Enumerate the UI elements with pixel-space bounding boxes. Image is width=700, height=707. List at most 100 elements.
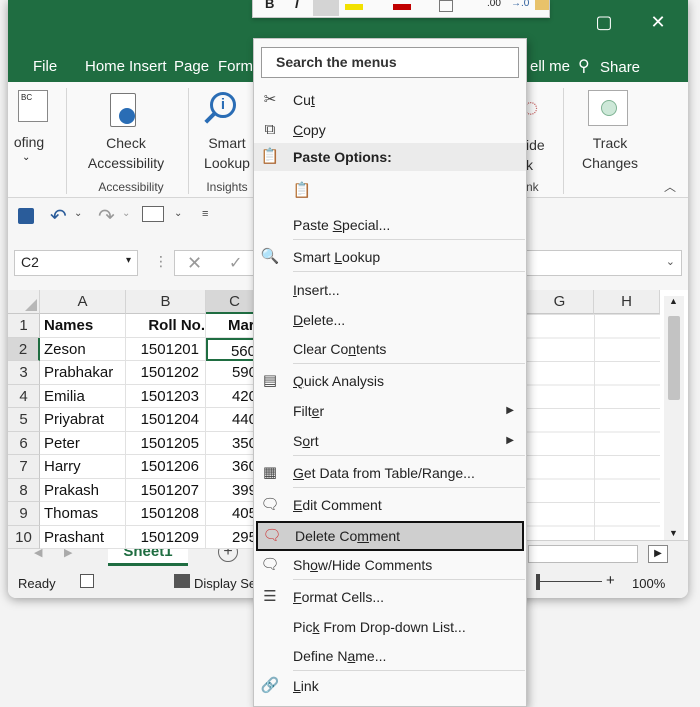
menu-item-delete-comment[interactable]: 🗨 Delete Comment [256,521,524,551]
save-icon[interactable] [18,208,34,224]
table-cell[interactable]: 1501204 [126,408,206,432]
check-accessibility-label-2[interactable]: Accessibility [76,153,176,173]
menu-item-sort[interactable]: Sort ▶ [254,427,526,455]
table-cell[interactable]: 1501205 [126,431,206,455]
row-header[interactable]: 4 [8,384,40,408]
table-cell[interactable]: Priyabrat [40,408,126,432]
menu-item-cut[interactable]: ✂ Cut [254,86,526,114]
menu-item-format-cells[interactable]: ☰ Format Cells... [254,583,526,611]
smart-lookup-label-1[interactable]: Smart [192,133,262,153]
hide-ink-label-1[interactable]: ide [526,135,545,155]
scroll-thumb[interactable] [668,316,680,400]
track-changes-label-2[interactable]: Changes [568,153,652,173]
row-header[interactable]: 2 [8,337,40,361]
zoom-slider-thumb[interactable] [536,574,540,590]
table-cell[interactable]: Emilia [40,384,126,408]
undo-dropdown-icon[interactable]: ⌄ [74,208,82,219]
cancel-icon[interactable]: ✕ [187,253,202,274]
menu-item-edit-comment[interactable]: 🗨 Edit Comment [254,491,526,519]
hide-ink-label-2[interactable]: k [526,155,533,175]
redo-dropdown-icon[interactable]: ⌄ [122,208,130,219]
scroll-down-icon[interactable]: ▼ [669,528,678,538]
menu-item-copy[interactable]: ⧉ Copy [254,116,526,144]
select-all-corner[interactable] [8,290,40,314]
row-header[interactable]: 8 [8,478,40,502]
format-painter-icon[interactable] [535,0,549,10]
check-accessibility-label-1[interactable]: Check [76,133,176,153]
form-dropdown-icon[interactable]: ⌄ [174,208,182,219]
menu-item-clear-contents[interactable]: Clear Contents [254,335,526,363]
table-cell[interactable]: 1501209 [126,525,206,549]
tab-page[interactable]: Page [174,58,209,75]
font-color-icon[interactable] [393,4,411,10]
macro-record-icon[interactable] [80,574,94,588]
paste-option-paste[interactable]: 📋 [254,177,526,207]
row-header[interactable]: 9 [8,502,40,526]
table-cell[interactable]: Prabhakar [40,361,126,385]
column-header-b[interactable]: B [126,290,206,314]
zoom-in-button[interactable]: + [606,572,615,589]
bold-button[interactable]: B [265,0,274,11]
expand-formula-icon[interactable]: ⌄ [666,255,675,268]
table-cell[interactable]: Zeson [40,337,126,361]
empty-cells-area[interactable] [526,314,660,540]
table-cell[interactable]: 1501208 [126,502,206,526]
align-center-button[interactable] [313,0,339,16]
menu-item-smart-lookup[interactable]: 🔍 Smart Lookup [254,243,526,271]
menu-item-paste-special[interactable]: Paste Special... [254,211,526,239]
track-changes-label-1[interactable]: Track [568,133,652,153]
increase-decimal-button[interactable]: .00 [487,0,501,9]
check-accessibility-icon[interactable] [110,93,136,127]
enter-icon[interactable]: ✓ [229,253,242,273]
column-header-g[interactable]: G [526,290,594,314]
display-settings-icon[interactable] [174,574,190,588]
menu-item-delete[interactable]: Delete... [254,306,526,334]
table-cell[interactable]: Harry [40,455,126,479]
row-header[interactable]: 6 [8,431,40,455]
undo-icon[interactable]: ↶ [50,204,67,229]
borders-icon[interactable] [439,0,453,12]
vertical-scrollbar[interactable]: ▲ ▼ [664,296,684,544]
chevron-down-icon[interactable]: ⌄ [22,152,30,163]
redo-icon[interactable]: ↷ [98,204,115,229]
menu-item-pick-from-list[interactable]: Pick From Drop-down List... [254,613,526,641]
tab-home[interactable]: Home [85,58,125,75]
tab-formulas[interactable]: Form [218,58,253,75]
fill-color-icon[interactable] [345,4,363,10]
row-header[interactable]: 10 [8,525,40,549]
form-icon[interactable] [142,206,164,222]
menu-item-insert[interactable]: Insert... [254,276,526,304]
scroll-up-icon[interactable]: ▲ [669,296,678,306]
row-header[interactable]: 1 [8,314,40,338]
paste-icon[interactable]: 📋 [291,180,313,202]
chevron-down-icon[interactable]: ▾ [126,255,131,266]
menu-item-quick-analysis[interactable]: ▤ Quick Analysis [254,367,526,395]
table-cell[interactable]: 1501201 [126,337,206,361]
scroll-right-icon[interactable]: ▶ [648,545,668,563]
table-header-cell[interactable]: Roll No. [126,314,206,338]
table-cell[interactable]: 1501203 [126,384,206,408]
tell-me-box[interactable]: ell me [530,58,570,75]
collapse-ribbon-icon[interactable]: ︿ [664,178,676,195]
smart-lookup-label-2[interactable]: Lookup [192,153,262,173]
track-changes-icon[interactable] [588,90,628,126]
smart-lookup-icon[interactable]: i [204,92,238,126]
row-header[interactable]: 3 [8,361,40,385]
menu-item-show-hide-comments[interactable]: 🗨 Show/Hide Comments [254,551,526,579]
table-cell[interactable]: 1501206 [126,455,206,479]
tab-file[interactable]: File [33,58,57,75]
decrease-decimal-button[interactable]: →.0 [511,0,529,9]
italic-button[interactable]: I [295,0,299,11]
zoom-level[interactable]: 100% [632,576,665,591]
row-header[interactable]: 7 [8,455,40,479]
proofing-label[interactable]: ofing [8,132,50,152]
column-header-h[interactable]: H [594,290,660,314]
zoom-slider-track[interactable] [538,581,602,582]
maximize-button[interactable]: ▢ [590,12,618,33]
search-menus-input[interactable]: Search the menus [261,47,519,78]
menu-item-link[interactable]: 🔗 Link [254,672,526,700]
display-settings-label[interactable]: Display Se [194,576,256,591]
horizontal-scrollbar[interactable] [528,545,638,563]
menu-item-define-name[interactable]: Define Name... [254,642,526,670]
customize-qat-icon[interactable]: ≡ [202,208,208,220]
